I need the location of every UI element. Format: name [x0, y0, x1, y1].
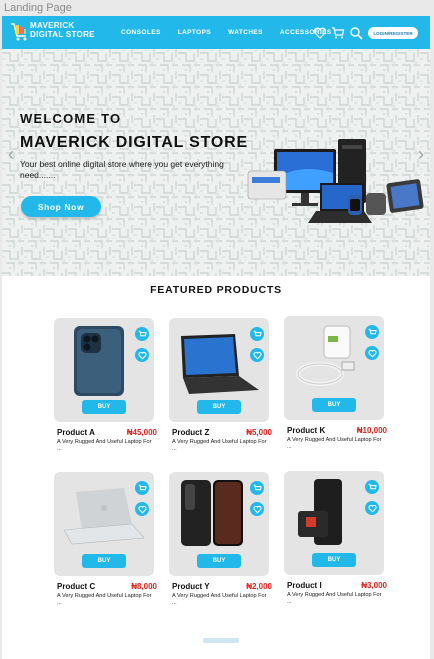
- brand-name: MAVERICK DIGITAL STORE: [30, 21, 95, 39]
- add-to-cart-icon[interactable]: [250, 481, 264, 495]
- landing-page: MAVERICK DIGITAL STORE CONSOLES LAPTOPS …: [2, 16, 430, 659]
- product-image-area: BUY: [169, 318, 269, 422]
- navbar: MAVERICK DIGITAL STORE CONSOLES LAPTOPS …: [2, 16, 430, 49]
- product-image-area: BUY: [54, 318, 154, 422]
- add-to-cart-icon[interactable]: [365, 325, 379, 339]
- product-price: ₦8,000: [131, 582, 157, 591]
- scroll-indicator[interactable]: [203, 638, 239, 643]
- product-image-area: BUY: [284, 316, 384, 420]
- product-name: Product A: [57, 428, 95, 437]
- brand-line-2: DIGITAL STORE: [30, 30, 95, 39]
- featured-title: FEATURED PRODUCTS: [150, 284, 282, 296]
- wishlist-heart-icon[interactable]: [365, 346, 379, 360]
- buy-button[interactable]: BUY: [82, 554, 126, 568]
- nav-item-laptops[interactable]: LAPTOPS: [178, 29, 211, 36]
- product-price: ₦2,000: [246, 582, 272, 591]
- heart-icon[interactable]: [313, 26, 327, 40]
- product-description: A Very Rugged And Useful Laptop For ...: [57, 439, 152, 452]
- buy-button[interactable]: BUY: [82, 400, 126, 414]
- product-description: A Very Rugged And Useful Laptop For ...: [172, 439, 267, 452]
- product-price: ₦5,000: [246, 428, 272, 437]
- nav-item-watches[interactable]: WATCHES: [228, 29, 263, 36]
- buy-button[interactable]: BUY: [312, 398, 356, 412]
- login-register-button[interactable]: LOGIN/REGISTER: [368, 27, 418, 39]
- shop-now-button[interactable]: Shop Now: [21, 196, 101, 217]
- product-name: Product C: [57, 582, 96, 591]
- buy-button[interactable]: BUY: [197, 400, 241, 414]
- product-name: Product Y: [172, 582, 210, 591]
- product-description: A Very Rugged And Useful Laptop For ...: [287, 437, 382, 450]
- product-name: Product I: [287, 581, 322, 590]
- frame-label: Landing Page: [4, 2, 72, 14]
- carousel-prev-arrow[interactable]: ‹: [8, 144, 14, 165]
- product-image-area: BUY: [169, 472, 269, 576]
- product-price: ₦10,000: [356, 426, 387, 435]
- brand-logo[interactable]: MAVERICK DIGITAL STORE: [10, 21, 95, 43]
- cart-logo-icon: [11, 23, 27, 41]
- product-description: A Very Rugged And Useful Laptop For ...: [57, 593, 152, 606]
- hero-subtitle: Your best online digital store where you…: [20, 159, 224, 180]
- hero-welcome: WELCOME TO: [20, 111, 122, 126]
- hero-banner: ‹ › WELCOME TO MAVERICK DIGITAL STORE Yo…: [2, 49, 430, 276]
- add-to-cart-icon[interactable]: [250, 327, 264, 341]
- add-to-cart-icon[interactable]: [135, 481, 149, 495]
- product-price: ₦3,000: [361, 581, 387, 590]
- brand-line-1: MAVERICK: [30, 21, 75, 30]
- hero-devices-image: [247, 139, 424, 223]
- nav-item-consoles[interactable]: CONSOLES: [121, 29, 161, 36]
- wishlist-heart-icon[interactable]: [250, 348, 264, 362]
- product-description: A Very Rugged And Useful Laptop For ...: [287, 592, 382, 605]
- wishlist-heart-icon[interactable]: [250, 502, 264, 516]
- buy-button[interactable]: BUY: [197, 554, 241, 568]
- wishlist-heart-icon[interactable]: [135, 502, 149, 516]
- add-to-cart-icon[interactable]: [135, 327, 149, 341]
- cart-icon[interactable]: [331, 26, 345, 40]
- featured-section: FEATURED PRODUCTS BUY Product A ₦45,000 …: [2, 276, 430, 659]
- product-price: ₦45,000: [126, 428, 157, 437]
- product-name: Product K: [287, 426, 326, 435]
- hero-title: MAVERICK DIGITAL STORE: [20, 134, 248, 151]
- add-to-cart-icon[interactable]: [365, 480, 379, 494]
- product-name: Product Z: [172, 428, 210, 437]
- product-description: A Very Rugged And Useful Laptop For ...: [172, 593, 267, 606]
- product-image-area: BUY: [54, 472, 154, 576]
- wishlist-heart-icon[interactable]: [365, 501, 379, 515]
- search-icon[interactable]: [349, 26, 363, 40]
- product-image-area: BUY: [284, 471, 384, 575]
- buy-button[interactable]: BUY: [312, 553, 356, 567]
- wishlist-heart-icon[interactable]: [135, 348, 149, 362]
